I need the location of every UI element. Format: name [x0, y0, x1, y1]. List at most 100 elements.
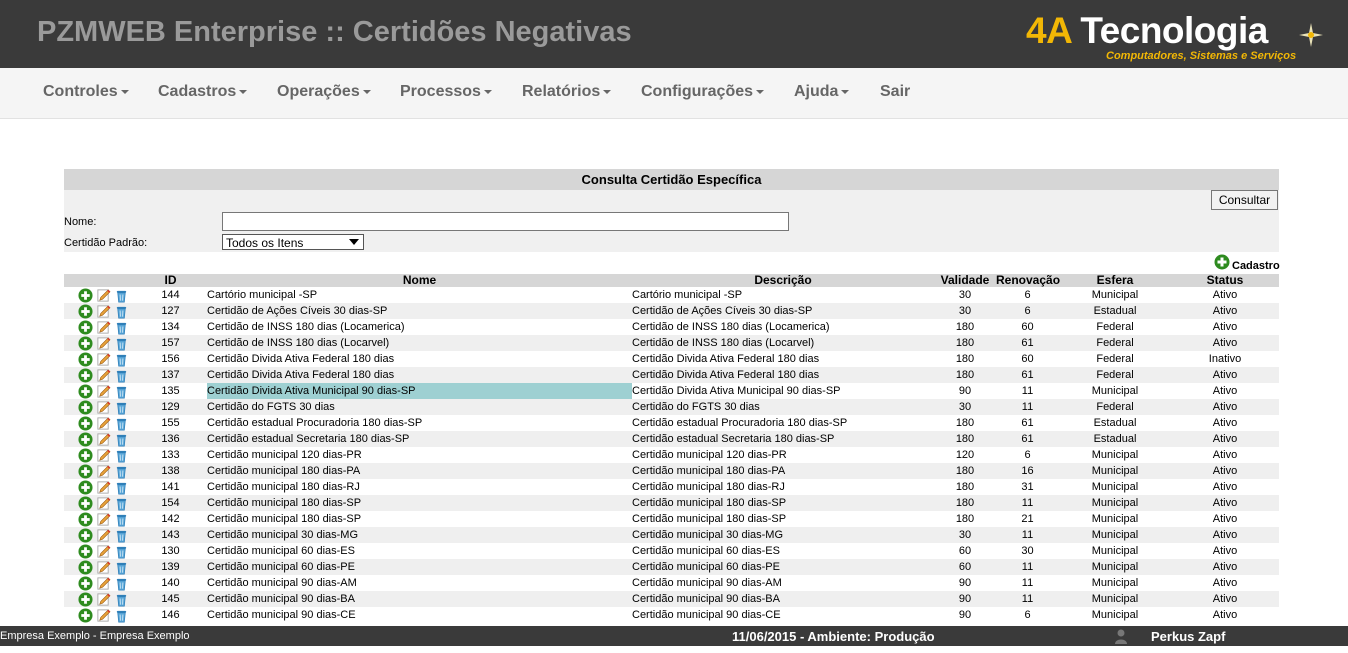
menu-controles[interactable]: Controles: [43, 83, 129, 101]
add-icon[interactable]: [78, 527, 93, 543]
add-icon[interactable]: [78, 511, 93, 527]
col-esfera[interactable]: Esfera: [1059, 274, 1171, 287]
trash-icon[interactable]: [114, 592, 129, 607]
col-descricao[interactable]: Descrição: [632, 274, 934, 287]
cell-id: 145: [134, 591, 207, 607]
edit-pencil-icon[interactable]: [96, 352, 111, 367]
add-icon[interactable]: [78, 559, 93, 575]
edit-pencil-icon[interactable]: [96, 368, 111, 383]
trash-icon[interactable]: [114, 288, 129, 303]
cell-renovacao: 11: [996, 399, 1059, 415]
add-icon[interactable]: [78, 287, 93, 303]
add-icon[interactable]: [78, 479, 93, 495]
trash-icon[interactable]: [114, 544, 129, 559]
add-icon[interactable]: [78, 399, 93, 415]
add-icon[interactable]: [78, 543, 93, 559]
edit-pencil-icon[interactable]: [96, 432, 111, 447]
menu-configuracoes[interactable]: Configurações: [641, 83, 765, 101]
trash-icon[interactable]: [114, 368, 129, 383]
cell-nome: Certidão municipal 180 dias-PA: [207, 463, 632, 479]
trash-icon[interactable]: [114, 576, 129, 591]
col-validade[interactable]: Validade: [934, 274, 996, 287]
edit-pencil-icon[interactable]: [96, 288, 111, 303]
trash-icon[interactable]: [114, 608, 129, 623]
cell-nome-text: Certidão municipal 90 dias-BA: [207, 593, 355, 605]
col-nome[interactable]: Nome: [207, 274, 632, 287]
col-renovacao[interactable]: Renovação: [996, 274, 1060, 287]
trash-icon[interactable]: [114, 432, 129, 447]
cell-nome: Certidão de INSS 180 dias (Locarvel): [207, 335, 632, 351]
footer-date-environment: 11/06/2015 - Ambiente: Produção: [732, 629, 935, 644]
add-icon[interactable]: [78, 319, 93, 335]
trash-icon[interactable]: [114, 496, 129, 511]
trash-icon[interactable]: [114, 528, 129, 543]
edit-pencil-icon[interactable]: [96, 320, 111, 335]
edit-pencil-icon[interactable]: [96, 336, 111, 351]
table-row: 139 Certidão municipal 60 dias-PE Certidão…: [64, 559, 1279, 575]
edit-pencil-icon[interactable]: [96, 480, 111, 495]
menu-ajuda[interactable]: Ajuda: [794, 83, 850, 101]
cell-nome-text: Certidão municipal 180 dias-RJ: [207, 481, 360, 493]
edit-pencil-icon[interactable]: [96, 608, 111, 623]
trash-icon[interactable]: [114, 448, 129, 463]
nome-input[interactable]: [222, 212, 789, 231]
cell-renovacao: 61: [996, 367, 1059, 383]
edit-pencil-icon[interactable]: [96, 416, 111, 431]
trash-icon[interactable]: [114, 320, 129, 335]
add-icon[interactable]: [78, 367, 93, 383]
add-icon[interactable]: [78, 431, 93, 447]
edit-pencil-icon[interactable]: [96, 384, 111, 399]
edit-pencil-icon[interactable]: [96, 448, 111, 463]
edit-pencil-icon[interactable]: [96, 528, 111, 543]
trash-icon[interactable]: [114, 352, 129, 367]
trash-icon[interactable]: [114, 560, 129, 575]
cell-nome-text: Certidão municipal 180 dias-PA: [207, 465, 361, 477]
menu-label: Ajuda: [794, 83, 839, 100]
edit-pencil-icon[interactable]: [96, 464, 111, 479]
cell-validade: 180: [955, 353, 975, 365]
add-icon[interactable]: [78, 335, 93, 351]
add-icon[interactable]: [78, 575, 93, 591]
trash-icon[interactable]: [114, 512, 129, 527]
trash-icon[interactable]: [114, 464, 129, 479]
trash-icon[interactable]: [114, 304, 129, 319]
menu-relatorios[interactable]: Relatórios: [522, 83, 612, 101]
add-icon[interactable]: [78, 447, 93, 463]
add-icon[interactable]: [78, 415, 93, 431]
edit-pencil-icon[interactable]: [96, 304, 111, 319]
add-icon[interactable]: [78, 495, 93, 511]
add-icon[interactable]: [78, 607, 93, 623]
add-icon[interactable]: [78, 463, 93, 479]
consultar-button[interactable]: Consultar: [1211, 190, 1278, 210]
trash-icon[interactable]: [114, 480, 129, 495]
cell-esfera: Estadual: [1059, 303, 1171, 319]
add-icon[interactable]: [78, 383, 93, 399]
cell-esfera: Municipal: [1091, 577, 1139, 589]
trash-icon[interactable]: [114, 400, 129, 415]
menu-processos[interactable]: Processos: [400, 83, 492, 101]
menu-cadastros[interactable]: Cadastros: [158, 83, 248, 101]
edit-pencil-icon[interactable]: [96, 400, 111, 415]
edit-pencil-icon[interactable]: [96, 576, 111, 591]
menu-sair[interactable]: Sair: [880, 83, 910, 101]
edit-pencil-icon[interactable]: [96, 560, 111, 575]
menu-operacoes[interactable]: Operações: [277, 83, 371, 101]
certidao-padrao-select[interactable]: Todos os Itens: [222, 234, 364, 250]
trash-icon[interactable]: [114, 384, 129, 399]
col-status[interactable]: Status: [1171, 274, 1279, 287]
cell-esfera: Municipal: [1059, 463, 1171, 479]
edit-pencil-icon[interactable]: [96, 592, 111, 607]
trash-icon[interactable]: [114, 416, 129, 431]
cell-renovacao: 11: [996, 527, 1059, 543]
footer-company: Empresa Exemplo - Empresa Exemplo: [0, 630, 190, 642]
add-icon[interactable]: [78, 351, 93, 367]
col-id[interactable]: ID: [134, 274, 207, 287]
trash-icon[interactable]: [114, 336, 129, 351]
cell-descricao: Certidão de Ações Cíveis 30 dias-SP: [632, 303, 934, 319]
table-row: 155 Certidão estadual Procuradoria 180 di…: [64, 415, 1279, 431]
edit-pencil-icon[interactable]: [96, 544, 111, 559]
add-icon[interactable]: [78, 591, 93, 607]
edit-pencil-icon[interactable]: [96, 512, 111, 527]
add-icon[interactable]: [78, 303, 93, 319]
edit-pencil-icon[interactable]: [96, 496, 111, 511]
